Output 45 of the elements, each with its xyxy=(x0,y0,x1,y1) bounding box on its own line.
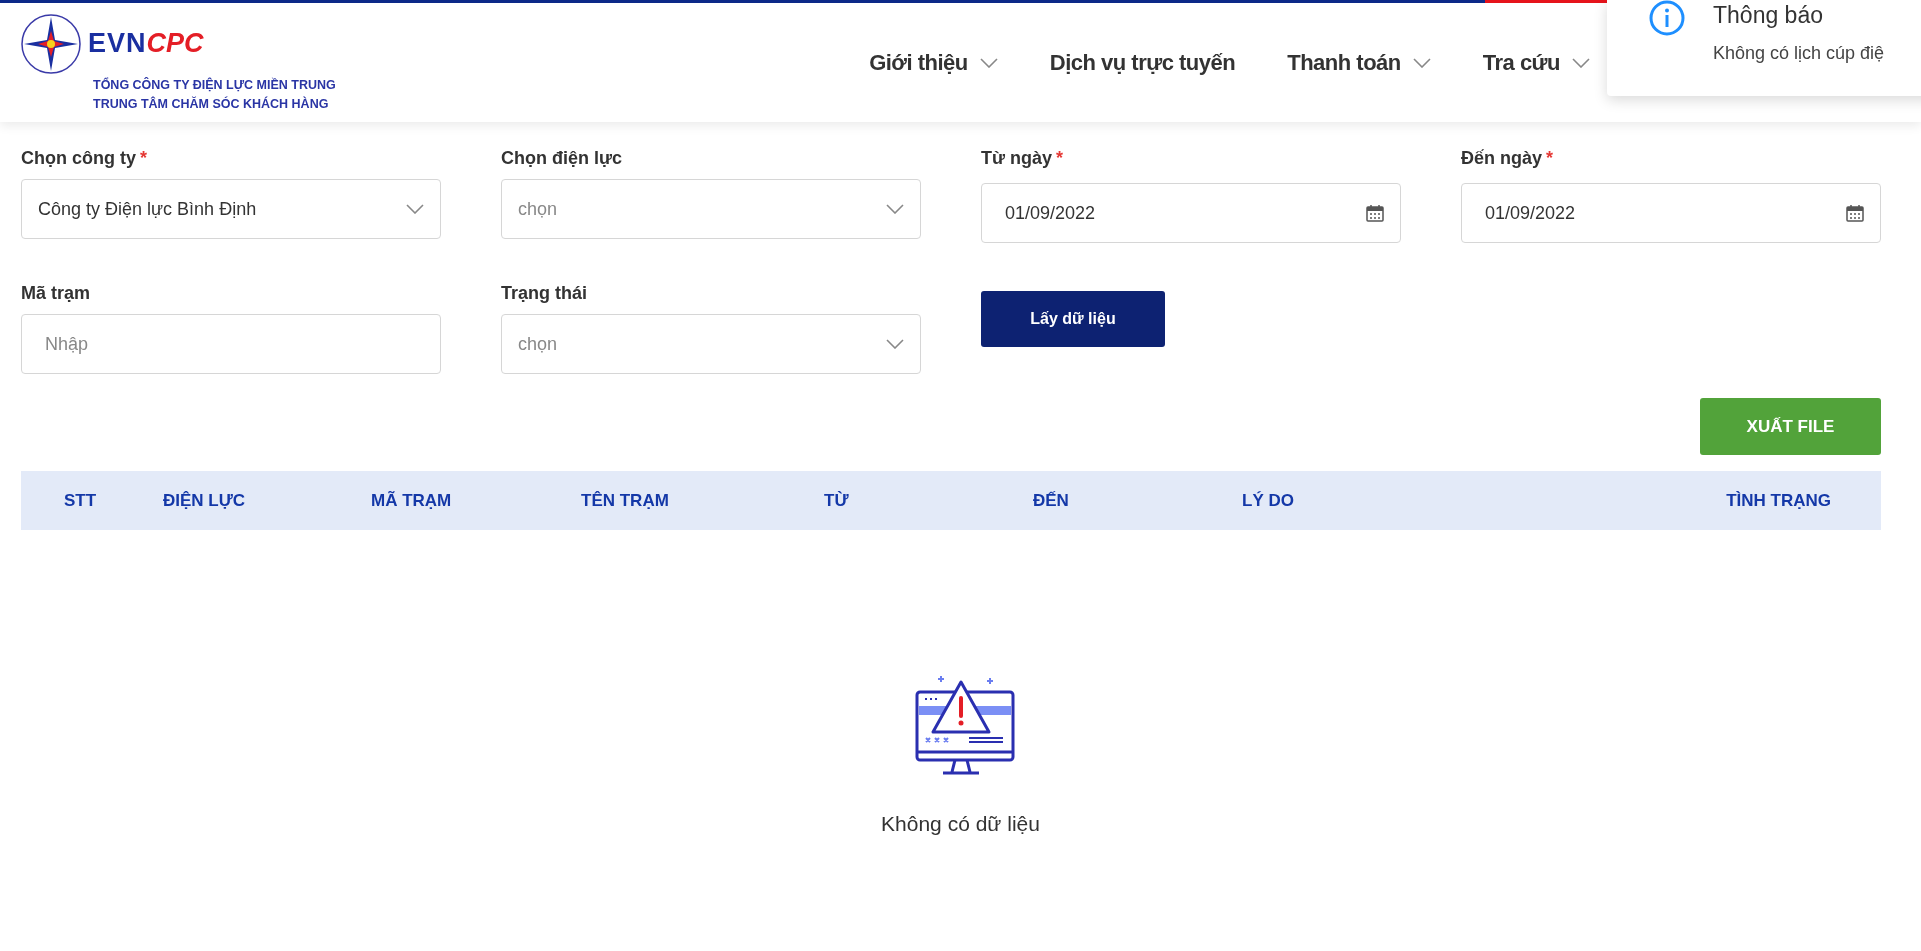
field-label: Chọn công ty * xyxy=(21,148,148,169)
required-mark: * xyxy=(1546,148,1554,168)
nav-link[interactable]: Giới thiệu xyxy=(843,49,1024,76)
chevron-down-icon xyxy=(1412,57,1431,68)
nav-link[interactable]: Tra cứu xyxy=(1456,49,1616,76)
info-icon xyxy=(1649,0,1685,36)
calendar-icon xyxy=(1846,204,1864,222)
field-label: Từ ngày * xyxy=(981,148,1065,169)
column-header: ĐẾN xyxy=(1033,490,1070,511)
column-header: TÌNH TRẠNG xyxy=(1726,490,1832,511)
calendar-icon xyxy=(1366,204,1384,222)
required-mark: * xyxy=(140,148,147,168)
chevron-down-icon xyxy=(979,57,998,68)
logo-text: EVN xyxy=(88,28,147,59)
chevron-down-icon xyxy=(1572,57,1590,68)
field-label: Đến ngày * xyxy=(1461,148,1555,169)
column-header: TÊN TRẠM xyxy=(581,490,670,511)
logo-subtitle: TỔNG CÔNG TY ĐIỆN LỰC MIỀN TRUNG xyxy=(93,76,336,94)
input-field[interactable]: Nhập xyxy=(21,314,441,374)
column-header: LÝ DO xyxy=(1242,490,1295,511)
nav-link[interactable]: Dịch vụ trực tuyến xyxy=(1023,49,1262,76)
column-header: TỪ xyxy=(824,490,850,511)
field-label: Trạng thái xyxy=(501,283,588,304)
notification-title: Thông báo xyxy=(1713,2,1824,29)
required-mark: * xyxy=(1056,148,1064,168)
select-field[interactable]: chọn xyxy=(501,179,921,239)
fetch-data-button[interactable]: Lấy dữ liệu xyxy=(981,291,1165,347)
chevron-down-icon xyxy=(886,204,904,214)
chevron-down-icon xyxy=(406,204,424,214)
chevron-down-icon xyxy=(886,339,904,349)
date-field[interactable]: 01/09/2022 xyxy=(981,183,1401,243)
column-header: ĐIỆN LỰC xyxy=(163,490,247,511)
select-field[interactable]: chọn xyxy=(501,314,921,374)
column-header: MÃ TRẠM xyxy=(371,490,453,511)
notification-message: Không có lịch cúp điệ xyxy=(1713,43,1885,64)
logo-text: CPC xyxy=(146,28,204,59)
select-field[interactable]: Công ty Điện lực Bình Định xyxy=(21,179,441,239)
logo-subtitle: TRUNG TÂM CHĂM SÓC KHÁCH HÀNG xyxy=(93,95,330,113)
field-label: Mã trạm xyxy=(21,283,92,304)
empty-message: Không có dữ liệu xyxy=(881,812,1040,836)
date-field[interactable]: 01/09/2022 xyxy=(1461,183,1881,243)
nav-link[interactable]: Thanh toán xyxy=(1261,49,1457,76)
column-header: STT xyxy=(63,490,98,511)
star-logo-icon xyxy=(20,12,82,75)
field-label: Chọn điện lực xyxy=(501,148,624,169)
